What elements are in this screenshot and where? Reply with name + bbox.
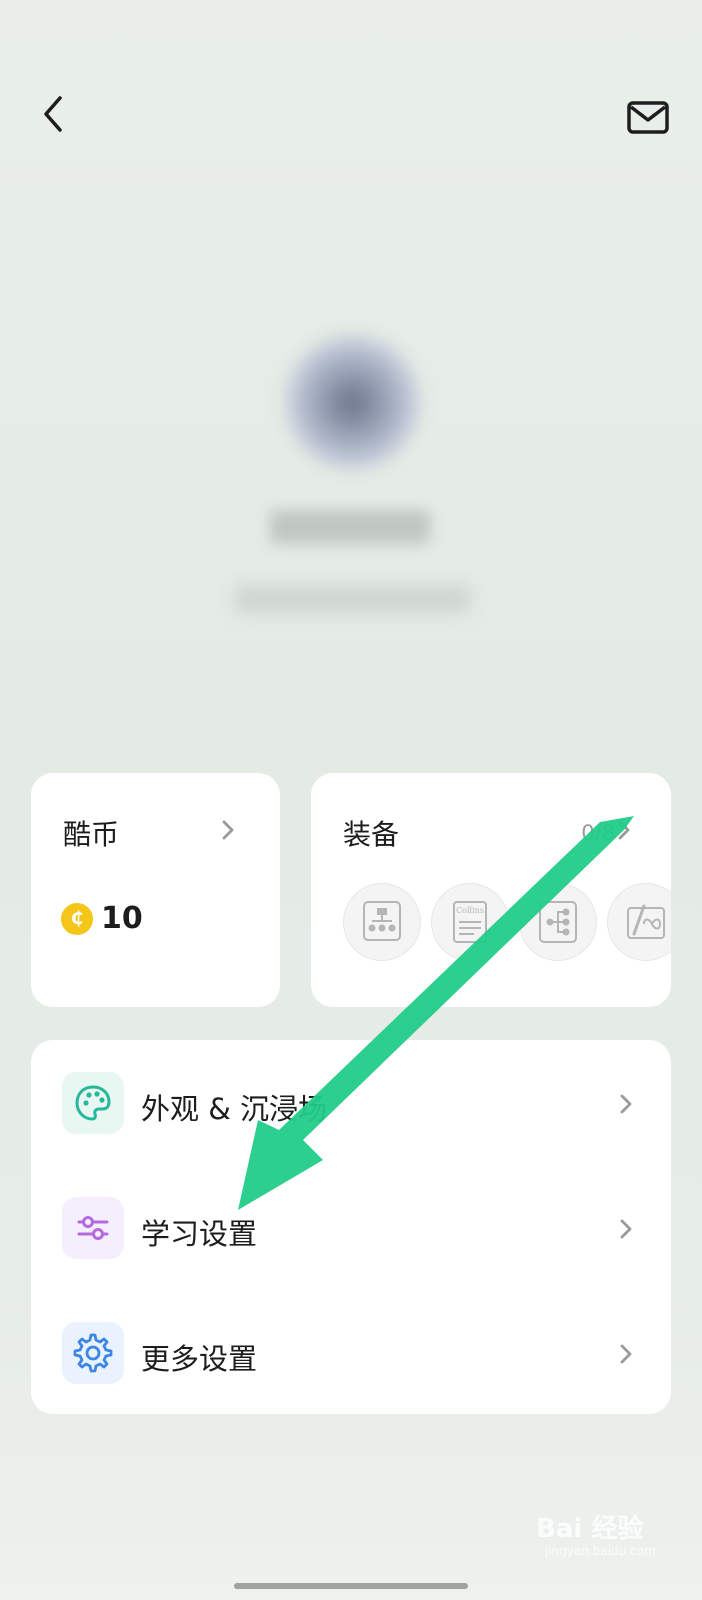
watermark-logo: Bai 经验 (536, 1514, 644, 1544)
mindmap-icon (363, 901, 401, 941)
collins-dictionary-icon: Collins (453, 901, 487, 943)
equipment-item-mindmap[interactable] (343, 883, 421, 961)
sliders-icon-tile (62, 1197, 124, 1259)
chevron-left-icon (44, 96, 62, 132)
coins-title: 酷币 (63, 818, 120, 851)
menu-label-appearance: 外观 & 沉浸场 (141, 1092, 328, 1126)
settings-menu-card: 外观 & 沉浸场 学习设置 更多设置 (31, 1040, 671, 1414)
pen-infinity-icon (627, 904, 665, 939)
chevron-right-icon (620, 1094, 632, 1114)
mail-button[interactable] (626, 98, 670, 138)
equipment-count: 0/8 (581, 821, 615, 845)
chevron-right-icon (620, 1344, 632, 1364)
equipment-item-pen[interactable] (607, 883, 671, 961)
menu-label-study-settings: 学习设置 (141, 1217, 258, 1251)
coin-icon: ₵ (61, 902, 93, 935)
tree-diagram-icon (539, 901, 577, 943)
equipment-title: 装备 (343, 818, 400, 851)
watermark-url: jingyan.baidu.com (545, 1544, 656, 1558)
profile-name-redacted (270, 510, 430, 544)
menu-item-more-settings[interactable]: 更多设置 (31, 1298, 671, 1408)
palette-icon-tile (62, 1072, 124, 1134)
coin-value: 10 (101, 901, 143, 936)
equipment-item-collins[interactable]: Collins (431, 883, 509, 961)
coins-card[interactable]: 酷币 ₵ 10 (31, 773, 280, 1007)
gear-icon (73, 1333, 113, 1373)
equipment-card[interactable]: 装备 0/8 Collins (311, 773, 671, 1007)
chevron-right-icon (222, 820, 234, 840)
equipment-item-tree[interactable] (519, 883, 597, 961)
mail-icon (627, 101, 669, 134)
gear-icon-tile (62, 1322, 124, 1384)
collins-label: Collins (456, 906, 484, 915)
chevron-right-icon (620, 1219, 632, 1239)
menu-label-more-settings: 更多设置 (141, 1342, 258, 1376)
equipment-items: Collins (343, 883, 671, 961)
sliders-icon (77, 1216, 109, 1240)
menu-item-study-settings[interactable]: 学习设置 (31, 1173, 671, 1283)
chevron-right-icon (618, 820, 630, 840)
menu-item-appearance[interactable]: 外观 & 沉浸场 (31, 1048, 671, 1158)
palette-icon (75, 1085, 111, 1121)
avatar[interactable] (285, 335, 420, 470)
top-bar (0, 0, 702, 200)
profile-subtitle-redacted (235, 585, 470, 613)
home-indicator[interactable] (234, 1583, 468, 1589)
back-button[interactable] (36, 92, 72, 136)
coin-balance: ₵ 10 (61, 901, 143, 936)
